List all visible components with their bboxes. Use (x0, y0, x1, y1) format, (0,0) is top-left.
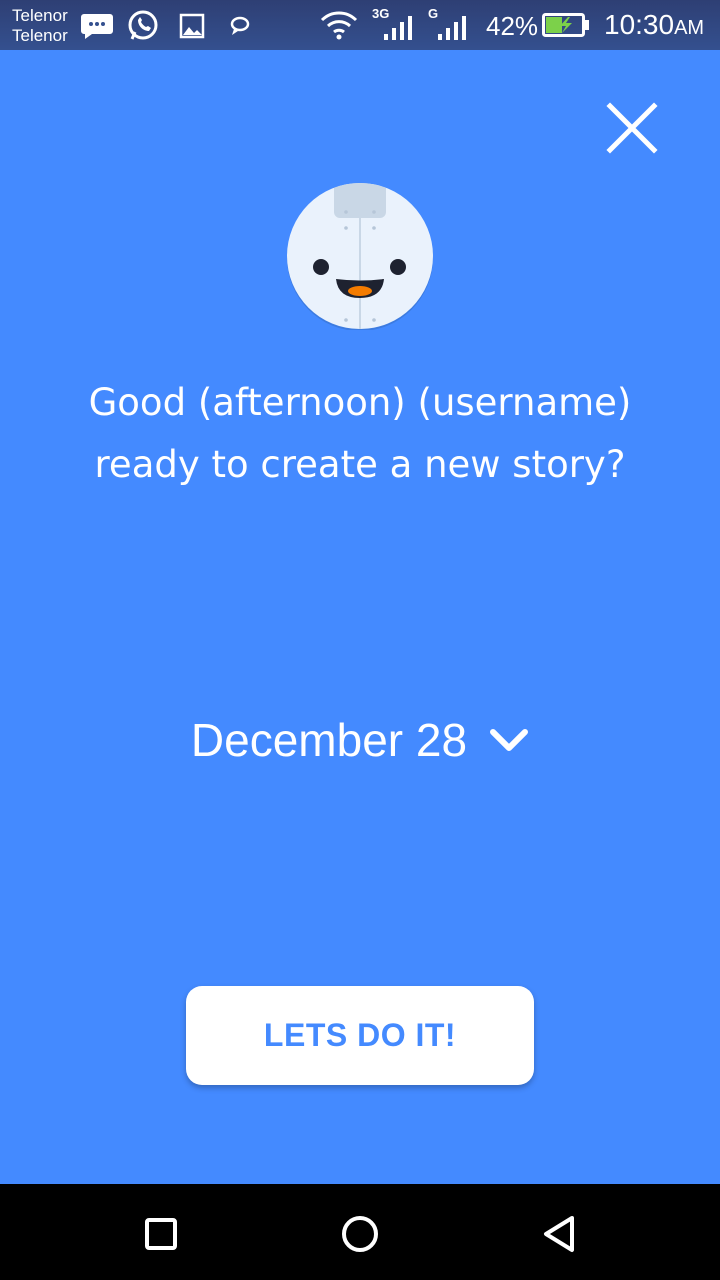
mascot-icon (287, 183, 433, 330)
battery-charging-icon (542, 13, 589, 37)
signal-g-icon: G (428, 6, 472, 40)
navigation-bar (0, 1184, 720, 1280)
network-2-label: G (428, 6, 439, 21)
close-icon (606, 102, 658, 154)
whatsapp-icon (128, 10, 158, 40)
triangle-back-icon[interactable] (538, 1212, 582, 1256)
clock-suffix: AM (674, 17, 705, 39)
greeting-line-1: Good (afternoon) (username) (88, 381, 632, 424)
carrier-2: Telenor (12, 26, 68, 45)
greeting-line-2: ready to create a new story? (94, 443, 626, 486)
lets-do-it-button[interactable]: LETS DO IT! (186, 986, 534, 1085)
chevron-down-icon (490, 729, 529, 751)
battery-percent: 42% (486, 11, 539, 41)
carrier-1: Telenor (12, 6, 68, 25)
close-button[interactable] (596, 92, 668, 164)
signal-3g-icon: 3G (372, 6, 416, 40)
status-bar: Telenor Telenor 3G G 42% 10:30AM (0, 0, 720, 50)
greeting-text: Good (afternoon) (username) ready to cre… (0, 372, 720, 496)
carrier-names: Telenor Telenor (12, 6, 68, 46)
messages-icon (81, 14, 113, 39)
wifi-icon (320, 11, 358, 40)
chat-icon (230, 16, 250, 35)
date-label: December 28 (190, 714, 468, 766)
gallery-icon (179, 13, 205, 39)
date-selector[interactable]: December 28 (160, 700, 560, 780)
square-recents-icon[interactable] (139, 1212, 183, 1256)
clock: 10:30AM (604, 9, 704, 44)
circle-home-icon[interactable] (338, 1212, 382, 1256)
clock-time: 10:30 (604, 9, 675, 40)
